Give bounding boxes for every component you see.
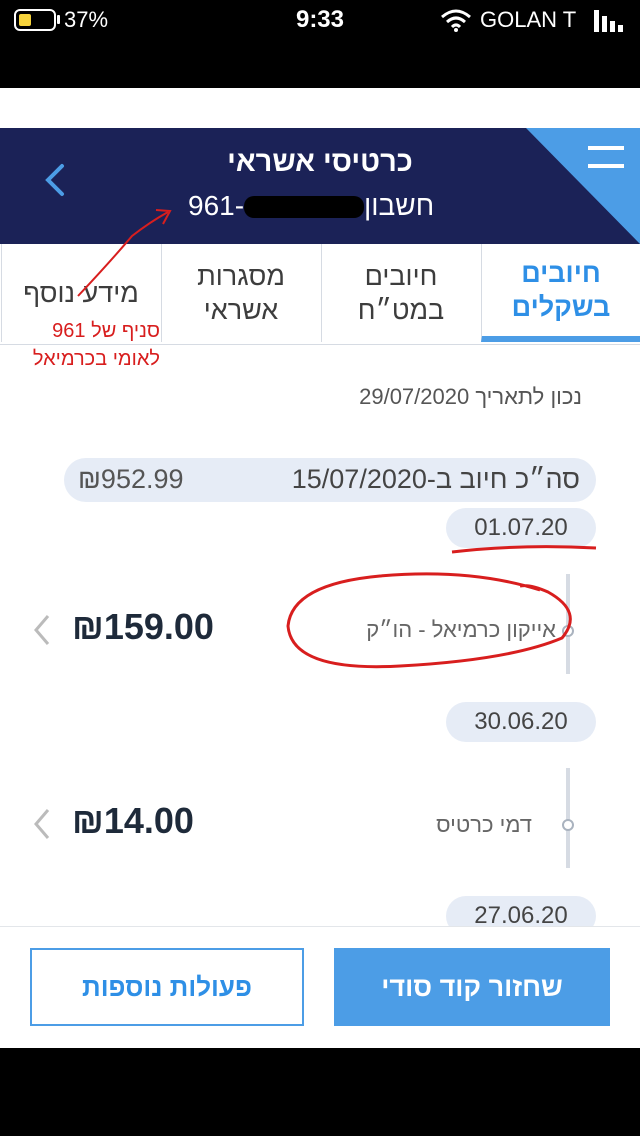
bottom-bezel (0, 1048, 640, 1136)
account-number: חשבון 961- (188, 190, 488, 226)
redacted-account-digits (244, 196, 364, 218)
timeline-dot (562, 819, 574, 831)
tab-label: מידע נוסף (23, 278, 139, 308)
wifi-icon (441, 9, 471, 32)
total-charge-amount: ₪952.99 (78, 464, 184, 494)
more-actions-button[interactable]: פעולות נוספות (30, 948, 304, 1026)
timeline-line (566, 574, 570, 674)
transaction-amount: ₪14.00 (72, 800, 194, 841)
chevron-left-icon[interactable] (30, 612, 54, 648)
date-badge: 01.07.20 (446, 508, 596, 548)
transaction-amount: ₪159.00 (72, 606, 214, 647)
tab-ils-charges[interactable]: חיובים בשקלים (481, 244, 640, 342)
total-charge-label: סה״כ חיוב ב-15/07/2020 (291, 464, 580, 494)
chevron-left-icon[interactable] (30, 806, 54, 842)
annotation-text-line2: לאומי בכרמיאל (32, 348, 160, 370)
menu-icon[interactable] (584, 140, 628, 180)
back-arrow-icon[interactable] (36, 160, 76, 200)
account-label: חשבון (364, 190, 435, 221)
timeline-dot (562, 625, 574, 637)
reset-pin-button[interactable]: שחזור קוד סודי (334, 948, 610, 1026)
account-prefix: 961- (188, 190, 245, 221)
as-of-date: נכון לתאריך 29/07/2020 (359, 384, 582, 409)
signal-icon (594, 10, 623, 32)
transaction-description: דמי כרטיס (436, 812, 532, 837)
total-charge-summary: סה״כ חיוב ב-15/07/2020 ₪952.99 (64, 458, 596, 502)
tab-label: חיובים בשקלים (511, 258, 611, 322)
tab-label: מסגרות אשראי (197, 261, 285, 325)
tab-foreign-charges[interactable]: חיובים במט״ח (321, 244, 480, 342)
carrier-name: GOLAN T (480, 7, 577, 32)
date-badge: 30.06.20 (446, 702, 596, 742)
transaction-description: אייקון כרמיאל - הו״ק (366, 617, 556, 642)
tab-label: חיובים במט״ח (357, 261, 445, 325)
status-bar: 37% 9:33 GOLAN T (0, 0, 640, 88)
annotation-text-line1: 961 סניף של (52, 320, 160, 342)
tab-credit-limits[interactable]: מסגרות אשראי (161, 244, 320, 342)
page-title: כרטיסי אשראי (227, 146, 413, 178)
timeline-line (566, 768, 570, 868)
